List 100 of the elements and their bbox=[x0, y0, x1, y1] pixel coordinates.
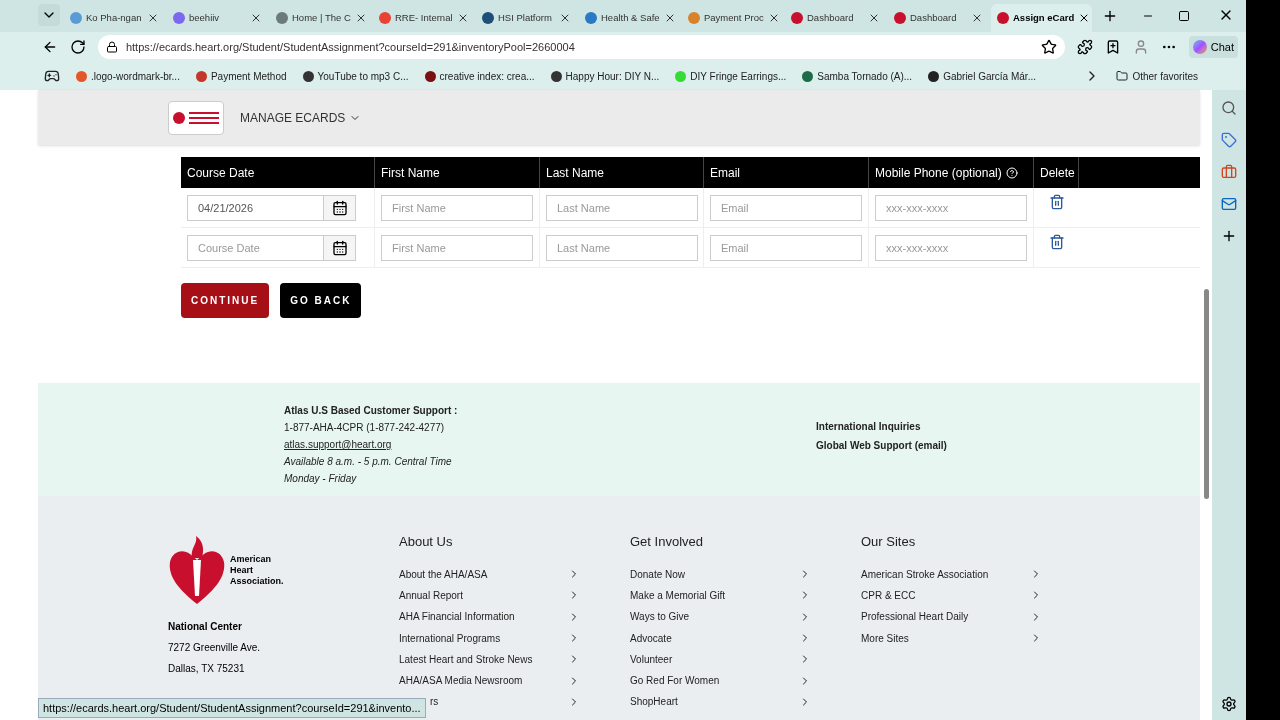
input-field[interactable]: Last Name bbox=[546, 194, 698, 221]
bookmark[interactable]: Happy Hour: DIY N... bbox=[550, 68, 660, 84]
calendar-icon bbox=[331, 199, 348, 216]
footer-link[interactable]: Advocate bbox=[630, 630, 672, 646]
support-link[interactable]: Global Web Support (email) bbox=[816, 438, 947, 453]
reload-icon[interactable] bbox=[69, 39, 86, 55]
column-header: First Name bbox=[375, 157, 540, 188]
bookmark[interactable]: .logo-wordmark-br... bbox=[76, 68, 180, 84]
gamepad-icon[interactable] bbox=[44, 68, 60, 84]
close-icon[interactable] bbox=[868, 12, 880, 24]
mail-icon[interactable] bbox=[1221, 196, 1237, 212]
tab-title: Home | The C bbox=[292, 10, 351, 25]
footer-link[interactable]: Latest Heart and Stroke News bbox=[399, 651, 533, 667]
input-field[interactable]: 04/21/2026 bbox=[187, 194, 324, 221]
settings-icon[interactable] bbox=[1221, 696, 1237, 712]
add-icon[interactable] bbox=[1221, 228, 1237, 244]
back-icon[interactable] bbox=[42, 39, 58, 55]
bookmark[interactable]: YouTube to mp3 C... bbox=[302, 68, 409, 84]
browser-tab[interactable]: Assign eCard bbox=[991, 4, 1092, 32]
support-days: Monday - Friday bbox=[284, 471, 816, 486]
input-field[interactable]: xxx-xxx-xxxx bbox=[875, 194, 1027, 221]
calendar-icon bbox=[331, 239, 348, 256]
close-icon[interactable] bbox=[147, 12, 159, 24]
calendar-button[interactable] bbox=[324, 194, 356, 221]
footer-link[interactable]: American Stroke Association bbox=[861, 566, 989, 582]
extensions-icon[interactable] bbox=[1076, 39, 1093, 55]
address-bar[interactable]: https://ecards.heart.org/Student/StudentAssignment?courseId=291&inventoryPool=2660004 bbox=[97, 35, 1065, 59]
input-field[interactable]: xxx-xxx-xxxx bbox=[875, 234, 1027, 261]
footer-link[interactable]: Professional Heart Daily bbox=[861, 609, 969, 625]
column-header: Course Date bbox=[181, 157, 375, 188]
chat-button[interactable]: Chat bbox=[1188, 36, 1238, 58]
input-field[interactable]: Email bbox=[710, 194, 862, 221]
footer-link[interactable]: rs bbox=[430, 694, 439, 710]
footer-link[interactable]: Donate Now bbox=[630, 566, 686, 582]
support-email-link[interactable]: atlas.support@heart.org bbox=[284, 437, 392, 452]
footer-link[interactable]: Annual Report bbox=[399, 587, 463, 603]
close-icon[interactable] bbox=[250, 12, 262, 24]
support-link[interactable]: International Inquiries bbox=[816, 419, 947, 434]
ecards-logo bbox=[168, 100, 224, 135]
logo-text: American bbox=[230, 553, 273, 565]
bookmark[interactable]: Gabriel García Már... bbox=[928, 68, 1036, 84]
browser-tab[interactable]: Dashboard bbox=[785, 4, 886, 32]
footer-link[interactable]: ShopHeart bbox=[630, 694, 678, 710]
tab-title: Ko Pha-ngan bbox=[86, 10, 143, 25]
url-text: https://ecards.heart.org/Student/StudentAssignment?courseId=291&inventoryPool=2660004 bbox=[125, 39, 576, 55]
footer-link[interactable]: About the AHA/ASA bbox=[399, 566, 488, 582]
other-favorites[interactable]: Other favorites bbox=[1116, 68, 1198, 84]
footer-link[interactable]: AHA/ASA Media Newsroom bbox=[399, 673, 523, 689]
address-line: 7272 Greenville Ave. bbox=[168, 641, 262, 655]
close-icon[interactable] bbox=[559, 12, 571, 24]
action-button[interactable]: GO BACK bbox=[280, 283, 362, 318]
footer-link[interactable]: Ways to Give bbox=[630, 609, 690, 625]
bookmark[interactable]: creative index: crea... bbox=[424, 68, 535, 84]
browser-tab[interactable]: Dashboard bbox=[888, 4, 989, 32]
browser-tab[interactable]: beehiiv bbox=[167, 4, 268, 32]
footer-link[interactable]: Make a Memorial Gift bbox=[630, 587, 726, 603]
footer-link[interactable]: CPR & ECC bbox=[861, 587, 916, 603]
footer-link[interactable]: International Programs bbox=[399, 630, 501, 646]
delete-icon[interactable] bbox=[1048, 234, 1065, 250]
browser-tab[interactable]: Health & Safe bbox=[579, 4, 680, 32]
star-icon[interactable] bbox=[1040, 39, 1057, 55]
browser-tab[interactable]: Payment Proc bbox=[682, 4, 783, 32]
footer-link[interactable]: AHA Financial Information bbox=[399, 609, 515, 625]
tab-title: Dashboard bbox=[807, 10, 855, 25]
browser-tab[interactable]: HSI Platform bbox=[476, 4, 577, 32]
input-field[interactable]: Email bbox=[710, 234, 862, 261]
search-icon[interactable] bbox=[1221, 100, 1237, 116]
footer-link[interactable]: More Sites bbox=[861, 630, 909, 646]
tab-title: Dashboard bbox=[910, 10, 958, 25]
footer-link[interactable]: Go Red For Women bbox=[630, 673, 720, 689]
bookmark[interactable]: DIY Fringe Earrings... bbox=[675, 68, 787, 84]
bookmark[interactable]: Samba Tornado (A)... bbox=[802, 68, 913, 84]
other-favorites-label: Other favorites bbox=[1132, 69, 1198, 84]
manage-ecards-menu[interactable]: MANAGE ECARDS bbox=[240, 108, 362, 127]
help-icon[interactable] bbox=[1005, 166, 1018, 179]
maximize-icon[interactable] bbox=[1178, 10, 1190, 22]
national-center-title: National Center bbox=[168, 620, 243, 634]
input-field[interactable]: Course Date bbox=[187, 234, 324, 261]
new-tab-icon[interactable] bbox=[1102, 8, 1118, 24]
bookmark-title: Gabriel García Már... bbox=[943, 69, 1036, 84]
delete-icon[interactable] bbox=[1048, 194, 1065, 210]
support-title: Atlas U.S Based Customer Support : bbox=[284, 404, 459, 418]
browser-tab[interactable]: Home | The C bbox=[270, 4, 371, 32]
tab-title: beehiiv bbox=[189, 10, 221, 25]
calendar-button[interactable] bbox=[324, 234, 356, 261]
tag-icon[interactable] bbox=[1221, 132, 1237, 148]
input-field[interactable]: First Name bbox=[381, 234, 533, 261]
browser-tab[interactable]: RRE- Internal bbox=[373, 4, 474, 32]
close-icon[interactable] bbox=[971, 12, 983, 24]
tab-list-button[interactable] bbox=[38, 4, 60, 26]
input-field[interactable]: First Name bbox=[381, 194, 533, 221]
footer-link[interactable]: Volunteer bbox=[630, 651, 673, 667]
action-button[interactable]: CONTINUE bbox=[181, 283, 270, 318]
browser-tab[interactable]: Ko Pha-ngan bbox=[64, 4, 165, 32]
input-field[interactable]: Last Name bbox=[546, 234, 698, 261]
footer-column-title: Our Sites bbox=[861, 533, 917, 551]
logo-text: Association. bbox=[230, 575, 284, 587]
briefcase-icon[interactable] bbox=[1221, 164, 1237, 180]
bookmark[interactable]: Payment Method bbox=[195, 68, 287, 84]
tab-title: RRE- Internal bbox=[395, 10, 453, 25]
